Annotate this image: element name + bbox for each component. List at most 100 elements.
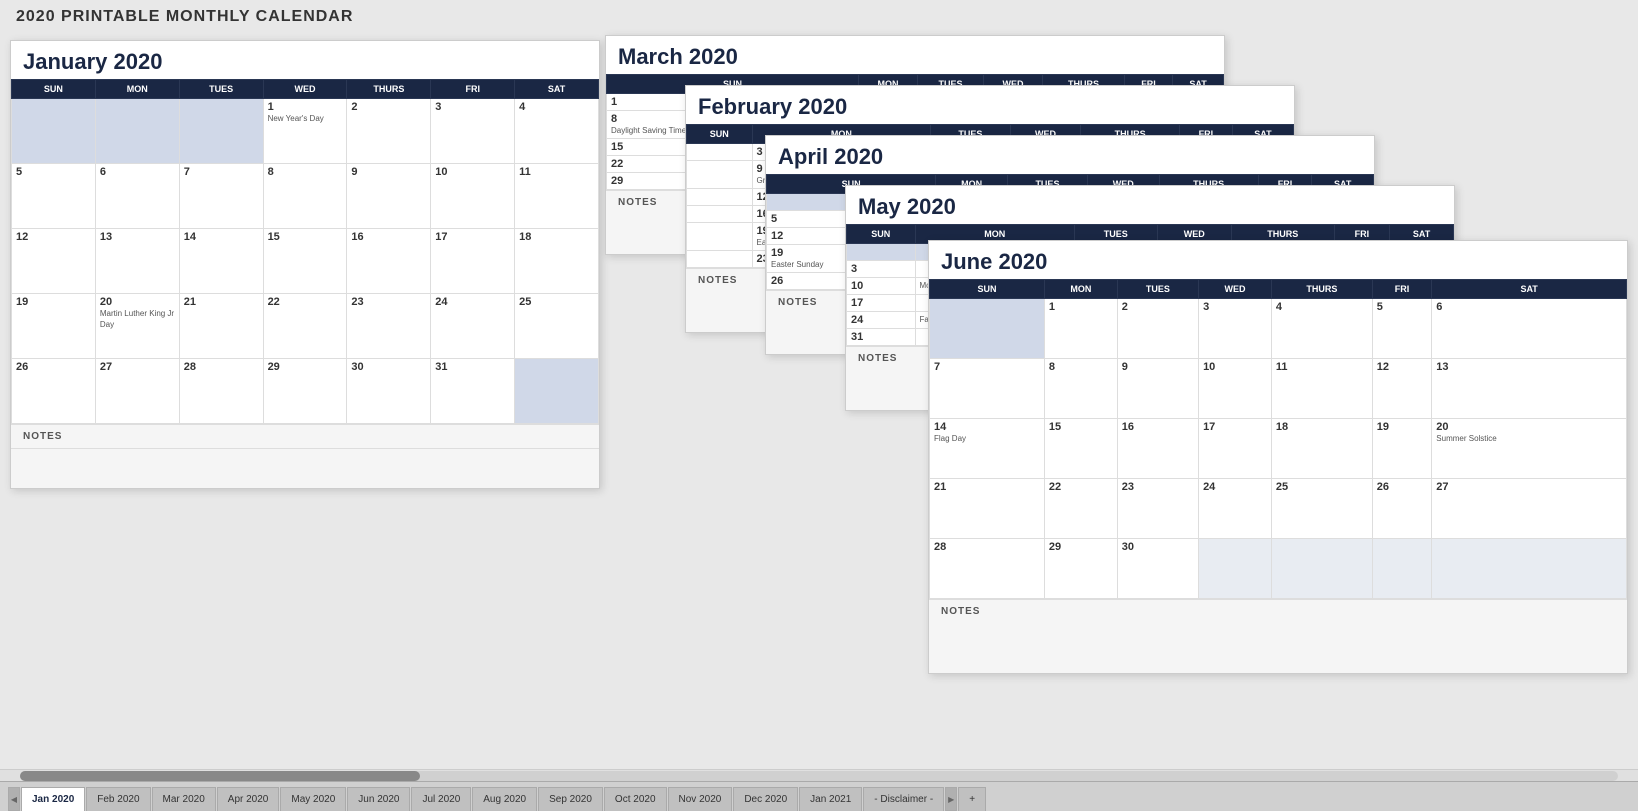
table-row: 1New Year's Day 2 3 4	[12, 99, 599, 164]
table-cell: 24	[847, 312, 916, 329]
table-cell: 24	[431, 294, 515, 359]
table-cell: 31	[431, 359, 515, 424]
may-header-sun: SUN	[847, 225, 916, 244]
table-cell: 19	[1372, 419, 1432, 479]
january-table: SUN MON TUES WED THURS FRI SAT 1New Year…	[11, 79, 599, 424]
table-cell: 4	[515, 99, 599, 164]
table-cell	[1432, 539, 1627, 599]
tab-jul-2020[interactable]: Jul 2020	[411, 787, 471, 811]
table-cell	[1271, 539, 1372, 599]
table-cell: 26	[12, 359, 96, 424]
tab-feb-2020[interactable]: Feb 2020	[86, 787, 150, 811]
table-cell: 16	[347, 229, 431, 294]
tab-scroll-left[interactable]: ◀	[8, 787, 20, 811]
table-row: 1 2 3 4 5 6	[930, 299, 1627, 359]
table-row: 21 22 23 24 25 26 27	[930, 479, 1627, 539]
table-cell	[687, 144, 753, 161]
jun-header-fri: FRI	[1372, 280, 1432, 299]
table-cell: 5	[1372, 299, 1432, 359]
february-title: February 2020	[686, 86, 1294, 124]
table-cell: 1New Year's Day	[263, 99, 347, 164]
tab-jan-2020[interactable]: Jan 2020	[21, 787, 85, 811]
table-cell: 22	[263, 294, 347, 359]
jan-header-sat: SAT	[515, 80, 599, 99]
jun-header-sun: SUN	[930, 280, 1045, 299]
table-cell: 8	[263, 164, 347, 229]
table-cell	[687, 206, 753, 223]
june-calendar: June 2020 SUN MON TUES WED THURS FRI SAT…	[928, 240, 1628, 674]
table-row: 26 27 28 29 30 31	[12, 359, 599, 424]
april-title: April 2020	[766, 136, 1374, 174]
tab-add[interactable]: +	[958, 787, 986, 811]
tab-jun-2020[interactable]: Jun 2020	[347, 787, 410, 811]
table-cell: 29	[1044, 539, 1117, 599]
table-cell: 9	[347, 164, 431, 229]
june-table: SUN MON TUES WED THURS FRI SAT 1 2 3 4 5	[929, 279, 1627, 599]
table-cell: 8	[1044, 359, 1117, 419]
table-cell: 15	[1044, 419, 1117, 479]
tab-aug-2020[interactable]: Aug 2020	[472, 787, 537, 811]
table-cell	[687, 161, 753, 189]
jan-header-sun: SUN	[12, 80, 96, 99]
table-cell: 7	[930, 359, 1045, 419]
tab-dec-2020[interactable]: Dec 2020	[733, 787, 798, 811]
june-notes: NOTES	[929, 599, 1627, 623]
scrollbar-thumb[interactable]	[20, 771, 420, 781]
table-cell: 27	[1432, 479, 1627, 539]
table-cell: 17	[431, 229, 515, 294]
tab-nov-2020[interactable]: Nov 2020	[668, 787, 733, 811]
table-cell: 19	[12, 294, 96, 359]
table-cell: 24	[1199, 479, 1272, 539]
tab-apr-2020[interactable]: Apr 2020	[217, 787, 280, 811]
table-cell: 28	[930, 539, 1045, 599]
tab-sep-2020[interactable]: Sep 2020	[538, 787, 603, 811]
table-cell: 28	[179, 359, 263, 424]
january-notes: NOTES	[11, 424, 599, 448]
table-cell: 7	[179, 164, 263, 229]
table-cell	[687, 189, 753, 206]
january-title: January 2020	[11, 41, 599, 79]
table-cell: 16	[1117, 419, 1198, 479]
table-cell: 21	[179, 294, 263, 359]
table-cell: 22	[1044, 479, 1117, 539]
tab-scroll-right[interactable]: ▶	[945, 787, 957, 811]
table-cell	[95, 99, 179, 164]
table-row: 12 13 14 15 16 17 18	[12, 229, 599, 294]
jan-header-thu: THURS	[347, 80, 431, 99]
table-cell	[1372, 539, 1432, 599]
jun-header-sat: SAT	[1432, 280, 1627, 299]
table-cell	[930, 299, 1045, 359]
table-cell: 20Summer Solstice	[1432, 419, 1627, 479]
tab-may-2020[interactable]: May 2020	[280, 787, 346, 811]
jun-header-mon: MON	[1044, 280, 1117, 299]
feb-header-sun: SUN	[687, 125, 753, 144]
tab-jan-2021[interactable]: Jan 2021	[799, 787, 862, 811]
table-cell: 10	[1199, 359, 1272, 419]
table-row: 28 29 30	[930, 539, 1627, 599]
table-cell: 3	[847, 261, 916, 278]
table-cell: 21	[930, 479, 1045, 539]
table-cell: 6	[1432, 299, 1627, 359]
table-cell: 10	[847, 278, 916, 295]
table-cell: 12	[12, 229, 96, 294]
table-cell: 26	[1372, 479, 1432, 539]
tab-oct-2020[interactable]: Oct 2020	[604, 787, 667, 811]
table-cell: 5	[12, 164, 96, 229]
table-cell: 14Flag Day	[930, 419, 1045, 479]
table-cell: 11	[1271, 359, 1372, 419]
table-cell: 30	[1117, 539, 1198, 599]
jun-header-thu: THURS	[1271, 280, 1372, 299]
table-row: 14Flag Day 15 16 17 18 19 20Summer Solst…	[930, 419, 1627, 479]
jan-header-tue: TUES	[179, 80, 263, 99]
table-cell: 6	[95, 164, 179, 229]
tab-disclaimer[interactable]: - Disclaimer -	[863, 787, 944, 811]
table-cell	[687, 223, 753, 251]
table-cell: 12	[1372, 359, 1432, 419]
tab-mar-2020[interactable]: Mar 2020	[152, 787, 216, 811]
table-cell: 2	[347, 99, 431, 164]
page-title: 2020 PRINTABLE MONTHLY CALENDAR	[0, 0, 1638, 30]
january-calendar: January 2020 SUN MON TUES WED THURS FRI …	[10, 40, 600, 489]
table-cell: 17	[1199, 419, 1272, 479]
table-cell: 23	[347, 294, 431, 359]
table-cell: 25	[1271, 479, 1372, 539]
